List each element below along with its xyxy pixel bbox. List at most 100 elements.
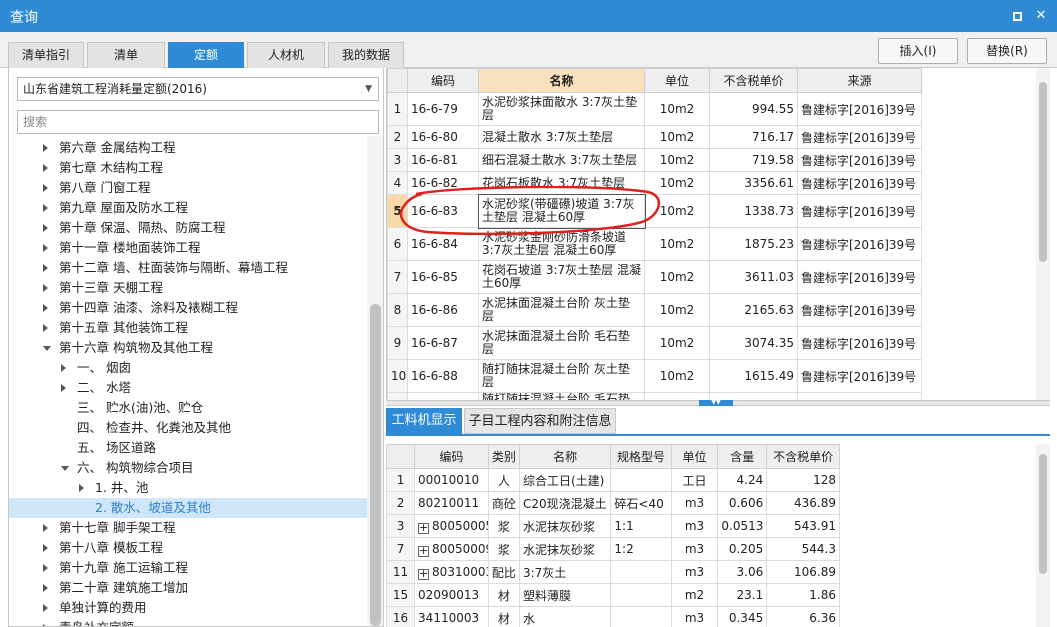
tree-node[interactable]: 第十九章 施工运输工程: [9, 558, 367, 578]
table-row-selected[interactable]: 5 16-6-83 水泥砂浆(带礓礤)坡道 3:7灰土垫层 混凝土60厚 10m2 13…: [387, 193, 922, 229]
tree-node[interactable]: 第十章 保温、隔热、防腐工程: [9, 218, 367, 238]
table-row[interactable]: 9 16-6-87 水泥抹面混凝土台阶 毛石垫层 10m2 3074.35 鲁建标字[20…: [387, 326, 922, 360]
tree-node[interactable]: 二、 水塔: [9, 378, 367, 398]
tree-node[interactable]: 第十八章 模板工程: [9, 538, 367, 558]
tree-node[interactable]: 第六章 金属结构工程: [9, 138, 367, 158]
column-header[interactable]: 不含税单价: [709, 68, 798, 93]
column-header[interactable]: 编码: [414, 444, 489, 469]
quota-library-select[interactable]: 山东省建筑工程消耗量定额(2016) ▼: [17, 77, 379, 101]
collapsed-arrow-icon[interactable]: [43, 164, 48, 172]
tree-scrollbar-thumb[interactable]: [370, 304, 381, 626]
close-button[interactable]: ✕: [1033, 8, 1049, 24]
column-header[interactable]: 名称: [518, 444, 612, 469]
column-header[interactable]: 名称: [478, 68, 645, 93]
resource-grid-scrollbar[interactable]: [1036, 444, 1050, 627]
table-row[interactable]: 2 16-6-80 混凝土散水 3:7灰土垫层 10m2 716.17 鲁建标字[2016…: [387, 125, 922, 149]
table-row[interactable]: 1116-6-89随打随抹混凝土台阶 毛石垫层10m2: [387, 392, 922, 400]
column-header[interactable]: 单位: [670, 444, 719, 469]
tab-list[interactable]: 清单: [87, 42, 165, 68]
tree-node[interactable]: 六、 构筑物综合项目: [9, 458, 367, 478]
table-row[interactable]: 3 16-6-81 细石混凝土散水 3:7灰土垫层 10m2 719.58 鲁建标字[20…: [387, 148, 922, 172]
column-header[interactable]: 编码: [407, 68, 479, 93]
tab-list-guide[interactable]: 清单指引: [8, 42, 84, 68]
tree-node[interactable]: 五、 场区道路: [9, 438, 367, 458]
panel-splitter[interactable]: ▼▼: [386, 400, 1050, 406]
column-header[interactable]: [387, 68, 408, 93]
column-header[interactable]: 来源: [797, 68, 922, 93]
expand-plus-icon[interactable]: +: [418, 568, 430, 580]
tree-node[interactable]: 第二十章 建筑施工增加: [9, 578, 367, 598]
collapse-arrow-icon[interactable]: ▼▼: [699, 400, 733, 406]
collapsed-arrow-icon[interactable]: [79, 484, 84, 492]
tree-node[interactable]: 四、 检查井、化粪池及其他: [9, 418, 367, 438]
collapsed-arrow-icon[interactable]: [43, 584, 48, 592]
tab-sub-item-info[interactable]: 子目工程内容和附注信息: [464, 408, 616, 434]
collapsed-arrow-icon[interactable]: [43, 544, 48, 552]
tree-node[interactable]: 第十七章 脚手架工程: [9, 518, 367, 538]
expanded-arrow-icon[interactable]: [61, 466, 69, 471]
expand-plus-icon[interactable]: +: [418, 522, 430, 534]
column-header[interactable]: 规格型号: [610, 444, 672, 469]
tree-node[interactable]: 青岛补充定额: [9, 618, 367, 626]
table-row[interactable]: 6 16-6-84 水泥砂浆金刚砂防滑条坡道 3:7灰土垫层 混凝土60厚 10m2 1…: [387, 227, 922, 261]
tree-node[interactable]: 第十一章 楼地面装饰工程: [9, 238, 367, 258]
tab-my-data[interactable]: 我的数据: [328, 42, 404, 68]
quota-grid-scrollbar[interactable]: [1036, 68, 1050, 400]
collapsed-arrow-icon[interactable]: [43, 224, 48, 232]
replace-button[interactable]: 替换(R): [967, 38, 1047, 64]
search-input[interactable]: 搜索: [17, 110, 379, 134]
table-row[interactable]: 7 16-6-85 花岗石坡道 3:7灰土垫层 混凝土60厚 10m2 3611.03 鲁…: [387, 260, 922, 294]
tab-resource-display[interactable]: 工料机显示: [386, 408, 462, 434]
tree-node-selected[interactable]: 2. 散水、坡道及其他: [9, 498, 367, 518]
collapsed-arrow-icon[interactable]: [43, 284, 48, 292]
tree-node[interactable]: 单独计算的费用: [9, 598, 367, 618]
collapsed-arrow-icon[interactable]: [43, 564, 48, 572]
table-row[interactable]: 8 16-6-86 水泥抹面混凝土台阶 灰土垫层 10m2 2165.63 鲁建标字[20…: [387, 293, 922, 327]
collapsed-arrow-icon[interactable]: [43, 524, 48, 532]
tree-node[interactable]: 第七章 木结构工程: [9, 158, 367, 178]
table-row[interactable]: 10 16-6-88 随打随抹混凝土台阶 灰土垫层 10m2 1615.49 鲁建标字[2…: [387, 359, 922, 393]
maximize-button[interactable]: [1009, 8, 1025, 24]
tree-node[interactable]: 1. 井、池: [9, 478, 367, 498]
column-header[interactable]: 不含税单价: [766, 444, 840, 469]
collapsed-arrow-icon[interactable]: [43, 204, 48, 212]
tree-scrollbar[interactable]: [367, 136, 383, 626]
column-header[interactable]: 含量: [717, 444, 768, 469]
table-row[interactable]: 4 16-6-82 花岗石板散水 3:7灰土垫层 10m2 3356.61 鲁建标字[20…: [387, 171, 922, 195]
tree-node[interactable]: 三、 贮水(油)池、贮仓: [9, 398, 367, 418]
collapsed-arrow-icon[interactable]: [43, 184, 48, 192]
table-row[interactable]: 1 16-6-79 水泥砂浆抹面散水 3:7灰土垫层 10m2 994.55 鲁建标字[2…: [387, 92, 922, 126]
tree-node[interactable]: 第十二章 墙、柱面装饰与隔断、幕墙工程: [9, 258, 367, 278]
tab-labor-material[interactable]: 人材机: [247, 42, 325, 68]
column-header[interactable]: 类别: [487, 444, 520, 469]
table-row[interactable]: 2 80210011 商砼 C20现浇混凝土 碎石<40 m3 0.606 436.89: [386, 491, 840, 515]
expanded-arrow-icon[interactable]: [43, 346, 51, 351]
tab-quota[interactable]: 定额: [168, 42, 244, 68]
table-row[interactable]: 7 +80050009 浆水泥抹灰砂浆 1:2 m3 0.205 544.3: [386, 537, 840, 561]
collapsed-arrow-icon[interactable]: [43, 304, 48, 312]
resource-grid-scrollbar-thumb[interactable]: [1039, 454, 1047, 574]
collapsed-arrow-icon[interactable]: [61, 364, 66, 372]
quota-grid-scrollbar-thumb[interactable]: [1039, 82, 1047, 262]
tree-node[interactable]: 第十六章 构筑物及其他工程: [9, 338, 367, 358]
tree-node[interactable]: 第十四章 油漆、涂料及裱糊工程: [9, 298, 367, 318]
tree-node[interactable]: 第九章 屋面及防水工程: [9, 198, 367, 218]
tree-node[interactable]: 一、 烟囱: [9, 358, 367, 378]
collapsed-arrow-icon[interactable]: [43, 244, 48, 252]
table-row[interactable]: 11 +80310003 配比 3:7灰土 m3 3.06 106.89: [386, 560, 840, 584]
collapsed-arrow-icon[interactable]: [43, 264, 48, 272]
table-row[interactable]: 16 34110003 材水 m3 0.345 6.36: [386, 606, 840, 627]
column-header[interactable]: [386, 444, 416, 469]
table-row[interactable]: 1 00010010 人综合工日(土建) 工日 4.24 128: [386, 468, 840, 492]
expand-plus-icon[interactable]: +: [418, 545, 430, 557]
collapsed-arrow-icon[interactable]: [43, 604, 48, 612]
tree-node[interactable]: 第十五章 其他装饰工程: [9, 318, 367, 338]
collapsed-arrow-icon[interactable]: [43, 144, 48, 152]
collapsed-arrow-icon[interactable]: [61, 384, 66, 392]
tree-node[interactable]: 第十三章 天棚工程: [9, 278, 367, 298]
tree-node[interactable]: 第八章 门窗工程: [9, 178, 367, 198]
collapsed-arrow-icon[interactable]: [43, 324, 48, 332]
column-header[interactable]: 单位: [644, 68, 710, 93]
table-row[interactable]: 15 02090013 材塑料薄膜 m2 23.1 1.86: [386, 583, 840, 607]
insert-button[interactable]: 插入(I): [878, 38, 958, 64]
